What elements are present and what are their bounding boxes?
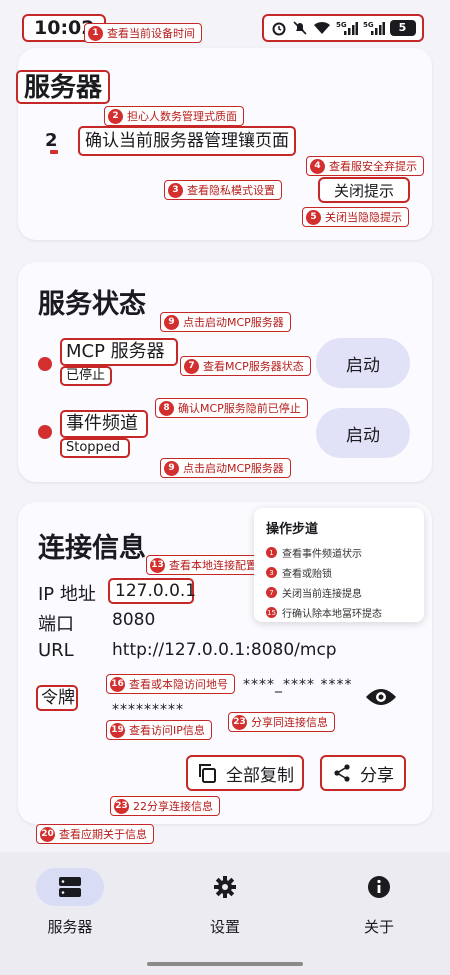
- port-label: 端口: [38, 614, 74, 635]
- nav-item-settings[interactable]: 设置: [170, 868, 280, 937]
- annotation-20: 20 查看应期关于信息: [36, 824, 154, 844]
- nav-settings-label: 设置: [209, 918, 240, 936]
- share-icon: [334, 764, 350, 782]
- share-label: 分享: [360, 765, 394, 786]
- status-icons: 5G 5G 5: [262, 14, 424, 42]
- gear-icon: [214, 876, 236, 898]
- ip-label: IP 地址: [38, 584, 96, 605]
- mcp-server-name: MCP 服务器: [60, 338, 178, 366]
- steps-panel-title: 操作步道: [266, 522, 319, 537]
- mcp-server-status: 已停止: [60, 366, 112, 386]
- annotation-2: 2 担心人数务管理式质面: [104, 106, 244, 126]
- annotation-16: 16 查看或本隐访问地号: [106, 674, 235, 694]
- annotation-3: 3 查看隐私模式设置: [164, 180, 282, 200]
- annotation-23b: 23 22分享连接信息: [110, 796, 220, 816]
- event-channel-status-indicator: [38, 425, 52, 439]
- copy-all-label: 全部复制: [226, 765, 294, 786]
- nav-server-label: 服务器: [47, 918, 93, 936]
- nav-about-pill: [345, 868, 413, 906]
- start-mcp-button[interactable]: 启动: [316, 338, 410, 388]
- start-event-channel-button[interactable]: 启动: [316, 408, 410, 458]
- annotation-19: 19 查看访问IP信息: [106, 720, 212, 740]
- close-hint-button[interactable]: 关闭提示: [318, 177, 410, 203]
- show-token-eye-icon[interactable]: [364, 684, 398, 710]
- ip-value: 127.0.0.1: [108, 578, 196, 604]
- share-button[interactable]: 分享: [320, 755, 406, 791]
- nav-settings-pill: [191, 868, 259, 906]
- lightbulb-icon: 2: [42, 128, 66, 156]
- steps-panel: 操作步道 1 查看事件频道状示 3 查看或贻锁 7 关闭当前连接提息 15 行确认除本地…: [254, 508, 424, 622]
- token-mask-secondary: *********: [112, 702, 184, 718]
- token-mask-primary: ****_**** ****: [243, 677, 353, 693]
- port-value: 8080: [112, 610, 156, 630]
- svg-text:2: 2: [45, 130, 58, 151]
- token-label: 令牌: [36, 685, 78, 711]
- mcp-status-indicator: [38, 357, 52, 371]
- copy-all-button[interactable]: 全部复制: [186, 755, 304, 791]
- nav-about-label: 关于: [363, 918, 394, 936]
- annotation-13: 13 查看本地连接配置: [146, 555, 264, 575]
- steps-list-item: 3 查看或贻锁: [266, 565, 412, 580]
- copy-icon: [199, 764, 216, 783]
- steps-list-item: 7 关闭当前连接提息: [266, 585, 412, 600]
- annotation-5: 5 关闭当隐隐提示: [302, 207, 409, 227]
- status-bar: 10:02 5G 5G 5 1 查看当前设备时间: [0, 0, 450, 44]
- annotation-9b: 9 点击启动MCP服务器: [160, 458, 291, 478]
- steps-list-item: 1 查看事件频道状示: [266, 545, 412, 560]
- connection-info-title: 连接信息: [38, 533, 146, 564]
- server-icon: [59, 877, 81, 897]
- page-title: 服务器: [16, 70, 111, 104]
- annotation-1: 1 查看当前设备时间: [84, 23, 202, 43]
- wifi-icon: [313, 21, 330, 34]
- signal-5g-icon: 5G: [336, 21, 358, 35]
- alarm-icon: [272, 22, 285, 36]
- annotation-4: 4 查看服安全弃提示: [306, 156, 424, 176]
- nav-item-server[interactable]: 服务器: [15, 868, 125, 937]
- url-value[interactable]: http://127.0.0.1:8080/mcp: [112, 640, 337, 660]
- annotation-8: 8 确认MCP服务隐前已停止: [155, 398, 308, 418]
- mute-icon: [292, 21, 307, 35]
- event-channel-name: 事件频道: [60, 410, 148, 438]
- bottom-navigation: 服务器 设置 关于: [0, 852, 450, 975]
- signal-5g-icon: 5G: [363, 21, 385, 35]
- steps-list-item: 15 行确认除本地冨环提态: [266, 607, 382, 620]
- svg-text:5G: 5G: [363, 21, 374, 29]
- nav-server-pill: [36, 868, 104, 906]
- nav-item-about[interactable]: 关于: [324, 868, 434, 937]
- info-icon: [368, 876, 390, 898]
- battery-icon: 5: [389, 20, 416, 36]
- annotation-7: 7 查看MCP服务器状态: [180, 356, 311, 376]
- event-channel-status: Stopped: [60, 438, 130, 458]
- home-indicator[interactable]: [147, 962, 303, 966]
- service-status-title: 服务状态: [38, 289, 146, 320]
- server-hint-text: 确认当前服务器管理镶页面: [78, 126, 296, 156]
- annotation-9a: 9 点击启动MCP服务器: [160, 312, 291, 332]
- url-label: URL: [38, 640, 74, 661]
- annotation-23a: 23 分享同连接信息: [228, 712, 335, 732]
- svg-text:5G: 5G: [336, 21, 347, 29]
